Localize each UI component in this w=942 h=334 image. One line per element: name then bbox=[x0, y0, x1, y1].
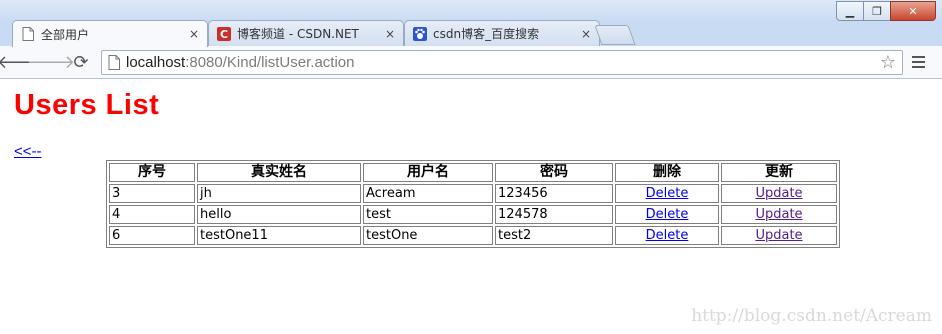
tab-title: 博客频道 - CSDN.NET bbox=[237, 27, 359, 41]
bookmark-star-icon[interactable]: ☆ bbox=[880, 52, 896, 73]
window-controls: ▁ ❐ ✕ bbox=[836, 1, 936, 21]
reload-icon: ⟳ bbox=[73, 51, 89, 73]
chrome-menu-button[interactable] bbox=[912, 56, 925, 71]
browser-toolbar: 🡐 🡒 ⟳ localhost:8080/Kind/listUser.actio… bbox=[0, 46, 942, 79]
url-text: localhost:8080/Kind/listUser.action bbox=[126, 54, 354, 71]
maximize-button[interactable]: ❐ bbox=[863, 1, 891, 21]
tab-close-icon[interactable]: × bbox=[189, 27, 199, 41]
csdn-logo-icon: C bbox=[217, 26, 231, 41]
forward-button[interactable]: 🡒 bbox=[27, 52, 75, 73]
cell-password: 124578 bbox=[495, 205, 613, 224]
update-link[interactable]: Update bbox=[755, 207, 802, 222]
tab-close-icon[interactable]: × bbox=[581, 27, 591, 41]
table-row: 6 testOne11 testOne test2 Delete Update bbox=[109, 226, 837, 245]
cell-id: 3 bbox=[109, 184, 195, 203]
arrow-right-icon: 🡒 bbox=[26, 51, 76, 73]
cell-password: test2 bbox=[495, 226, 613, 245]
page-content: Users List <<-- 序号 真实姓名 用户名 密码 删除 更新 3 j… bbox=[0, 79, 942, 334]
tab-users[interactable]: 全部用户 × bbox=[12, 20, 208, 47]
column-header-update: 更新 bbox=[721, 163, 837, 182]
cell-username: test bbox=[363, 205, 493, 224]
column-header-password: 密码 bbox=[495, 163, 613, 182]
tab-close-icon[interactable]: × bbox=[385, 27, 395, 41]
cell-delete: Delete bbox=[615, 226, 719, 245]
cell-id: 4 bbox=[109, 205, 195, 224]
cell-id: 6 bbox=[109, 226, 195, 245]
cell-update: Update bbox=[721, 205, 837, 224]
table-header-row: 序号 真实姓名 用户名 密码 删除 更新 bbox=[109, 163, 837, 182]
cell-username: testOne bbox=[363, 226, 493, 245]
page-title: Users List bbox=[14, 89, 160, 121]
hamburger-icon bbox=[912, 56, 925, 58]
column-header-realname: 真实姓名 bbox=[197, 163, 361, 182]
update-link[interactable]: Update bbox=[755, 228, 802, 243]
baidu-paw-icon bbox=[413, 26, 427, 41]
window-frame bbox=[0, 0, 942, 20]
cell-update: Update bbox=[721, 184, 837, 203]
delete-link[interactable]: Delete bbox=[646, 228, 689, 243]
cell-password: 123456 bbox=[495, 184, 613, 203]
tab-csdn[interactable]: C 博客频道 - CSDN.NET × bbox=[208, 20, 404, 46]
svg-text:C: C bbox=[220, 28, 228, 41]
delete-link[interactable]: Delete bbox=[646, 207, 689, 222]
page-icon bbox=[108, 55, 120, 74]
tab-title: 全部用户 bbox=[41, 27, 90, 42]
cell-realname: testOne11 bbox=[197, 226, 361, 245]
cell-username: Acream bbox=[363, 184, 493, 203]
browser-title-bar: ▁ ❐ ✕ 全部用户 × C 博客频道 - CSDN.NET × csdn博客_… bbox=[0, 0, 942, 47]
address-bar[interactable]: localhost:8080/Kind/listUser.action ☆ bbox=[101, 50, 903, 75]
cell-update: Update bbox=[721, 226, 837, 245]
close-icon: ✕ bbox=[908, 4, 918, 18]
new-tab-button[interactable] bbox=[594, 25, 636, 45]
cell-realname: hello bbox=[197, 205, 361, 224]
cell-realname: jh bbox=[197, 184, 361, 203]
tab-baidu[interactable]: csdn博客_百度搜索 × bbox=[404, 20, 600, 46]
update-link[interactable]: Update bbox=[755, 186, 802, 201]
page-icon bbox=[21, 27, 35, 41]
tab-title: csdn博客_百度搜索 bbox=[433, 27, 540, 41]
close-window-button[interactable]: ✕ bbox=[890, 1, 936, 21]
table-row: 3 jh Acream 123456 Delete Update bbox=[109, 184, 837, 203]
users-table: 序号 真实姓名 用户名 密码 删除 更新 3 jh Acream 123456 … bbox=[106, 160, 840, 248]
column-header-id: 序号 bbox=[109, 163, 195, 182]
column-header-username: 用户名 bbox=[363, 163, 493, 182]
minimize-button[interactable]: ▁ bbox=[836, 1, 864, 21]
reload-button[interactable]: ⟳ bbox=[70, 51, 92, 73]
table-row: 4 hello test 124578 Delete Update bbox=[109, 205, 837, 224]
cell-delete: Delete bbox=[615, 205, 719, 224]
maximize-icon: ❐ bbox=[872, 4, 882, 18]
back-link[interactable]: <<-- bbox=[14, 143, 42, 160]
delete-link[interactable]: Delete bbox=[646, 186, 689, 201]
cell-delete: Delete bbox=[615, 184, 719, 203]
blog-watermark: http://blog.csdn.net/Acream bbox=[691, 306, 932, 326]
url-host: localhost bbox=[126, 54, 186, 71]
column-header-delete: 删除 bbox=[615, 163, 719, 182]
minimize-icon: ▁ bbox=[845, 4, 855, 18]
url-path: :8080/Kind/listUser.action bbox=[185, 54, 355, 71]
